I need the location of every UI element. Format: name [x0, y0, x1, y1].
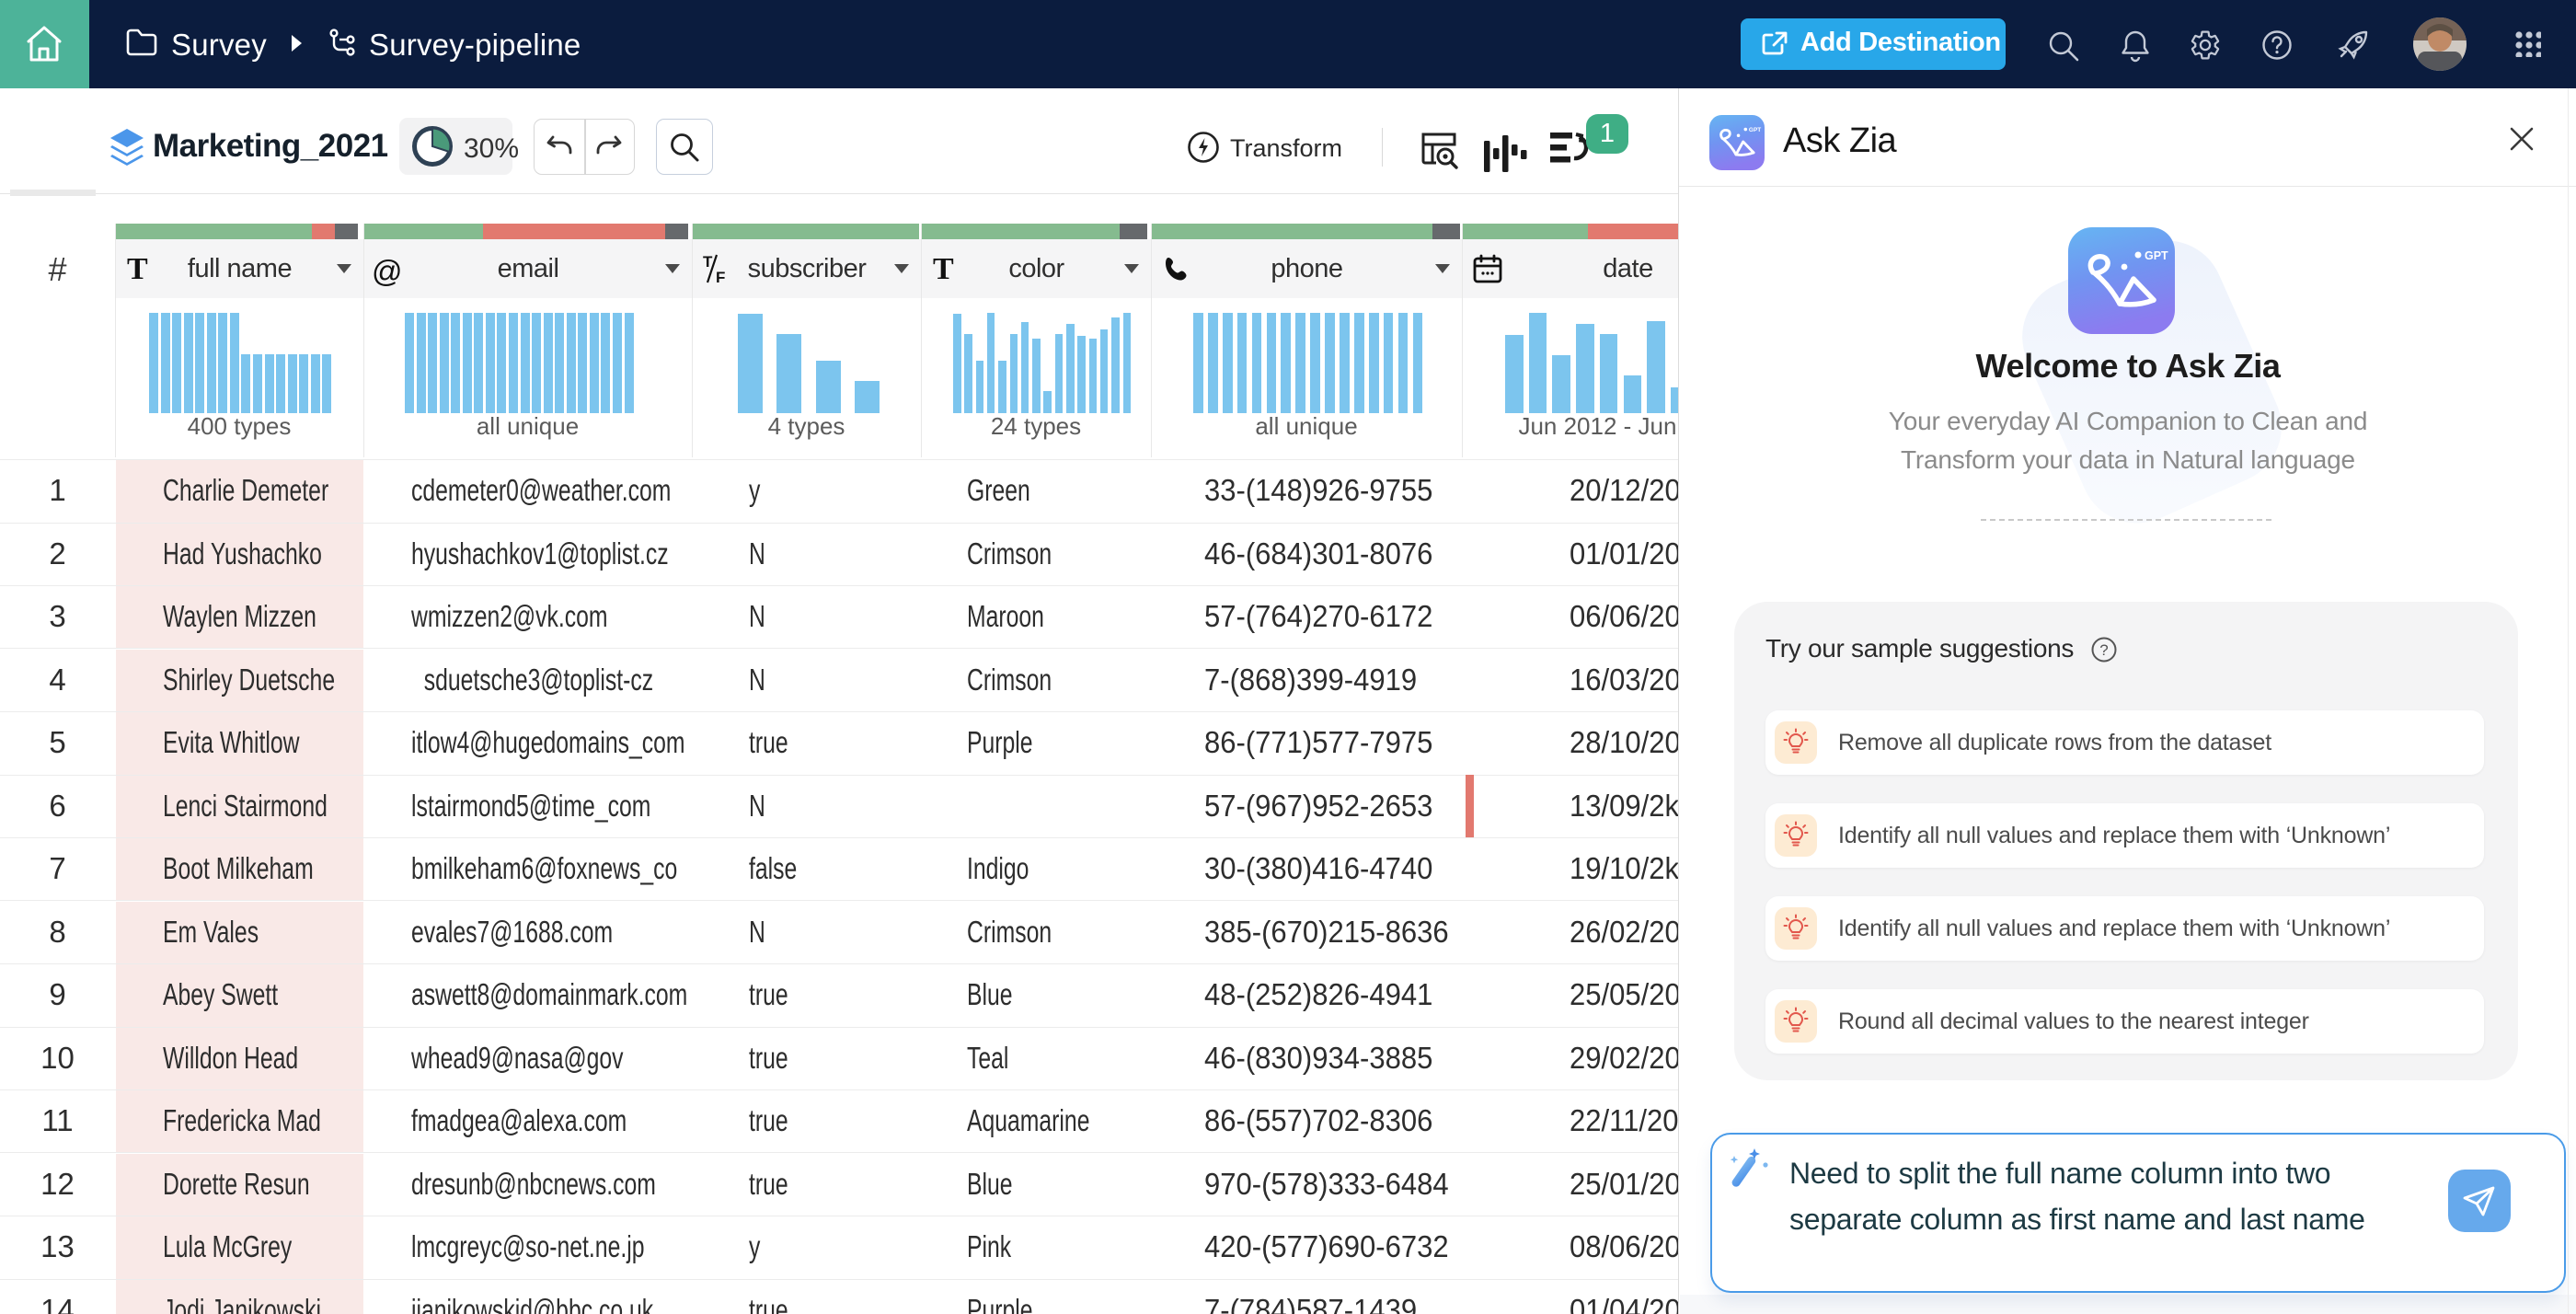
svg-text:GPT: GPT — [2145, 249, 2168, 262]
svg-text:GPT: GPT — [1749, 127, 1761, 133]
svg-text:F: F — [716, 269, 725, 284]
svg-text:?: ? — [2099, 641, 2108, 659]
